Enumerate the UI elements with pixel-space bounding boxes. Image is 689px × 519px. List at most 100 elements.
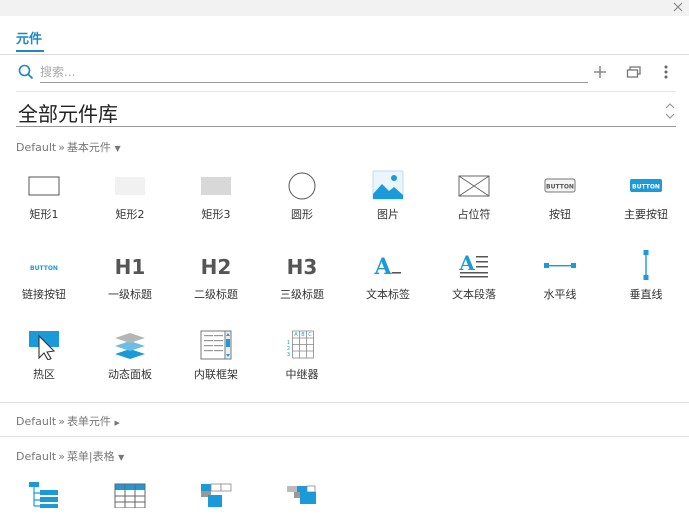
heading2-icon-text: H2	[201, 255, 232, 279]
inline-frame-icon	[200, 330, 232, 360]
widget-tree[interactable]	[1, 474, 87, 519]
widget-label: 中继器	[285, 368, 319, 381]
collapse-arrow-icon: ▶	[114, 419, 120, 427]
widget-rectangle2[interactable]: 矩形2	[87, 166, 173, 234]
classic-menu-icon	[201, 483, 232, 507]
vertical-line-icon	[643, 250, 649, 280]
widget-repeater[interactable]: A B C 1 2 3 中继器	[259, 326, 345, 394]
section-separator: »	[58, 450, 65, 463]
text-paragraph-icon-text: A	[458, 251, 475, 275]
section-divider	[0, 402, 689, 403]
text-label-icon-text: A	[373, 254, 392, 280]
image-icon	[372, 170, 404, 200]
dynamic-panel-icon	[115, 333, 145, 359]
rectangle-gray-icon	[201, 177, 231, 195]
widget-image[interactable]: 图片	[345, 166, 431, 234]
widget-placeholder[interactable]: 占位符	[431, 166, 517, 234]
library-title: 全部元件库	[18, 102, 118, 126]
repeater-row-3: 3	[287, 352, 290, 358]
table-icon	[114, 483, 146, 508]
tab-active-indicator	[16, 50, 44, 52]
circle-icon	[288, 172, 316, 200]
section-name: 菜单|表格	[66, 450, 115, 463]
repeater-header-a: A	[294, 332, 298, 338]
section-form-header[interactable]: Default» 表单元件 ▶	[16, 413, 120, 429]
text-label-icon: A	[373, 254, 401, 280]
widget-heading1[interactable]: H1 一级标题	[87, 246, 173, 314]
library-selector[interactable]: 全部元件库	[16, 96, 676, 127]
heading1-icon-text: H1	[115, 255, 146, 279]
widget-label: 二级标题	[194, 288, 238, 301]
horizontal-menu-icon	[287, 485, 316, 504]
widget-heading2[interactable]: H2 二级标题	[173, 246, 259, 314]
widget-label: 链接按钮	[22, 288, 66, 301]
widget-label: 三级标题	[280, 288, 324, 301]
placeholder-icon	[458, 175, 490, 197]
expand-arrow-icon: ▼	[118, 453, 125, 462]
button-icon: BUTTON	[544, 178, 576, 193]
section-basic-header[interactable]: Default» 基本元件 ▼	[16, 139, 121, 155]
section-separator: »	[58, 415, 65, 428]
widget-link-button[interactable]: BUTTON 链接按钮	[1, 246, 87, 314]
widget-label: 按钮	[549, 208, 571, 221]
heading1-icon: H1	[115, 255, 146, 279]
widget-circle[interactable]: 圆形	[259, 166, 345, 234]
primary-button-icon-text: BUTTON	[632, 184, 660, 191]
tab-bar: 元件	[0, 16, 689, 55]
widget-label: 水平线	[543, 288, 577, 301]
widget-label: 主要按钮	[624, 208, 668, 221]
widget-hotspot[interactable]: 热区	[1, 326, 87, 394]
section-name: 表单元件	[66, 415, 111, 428]
window-titlebar	[0, 0, 689, 16]
widget-label: 矩形1	[29, 208, 59, 221]
widget-classic-menu[interactable]	[173, 474, 259, 519]
primary-button-icon: BUTTON	[630, 179, 662, 192]
rectangle-icon	[28, 176, 60, 196]
close-icon[interactable]	[671, 0, 685, 14]
widget-inline-frame[interactable]: 内联框架	[173, 326, 259, 394]
widget-label: 文本标签	[366, 288, 410, 301]
section-name: 基本元件	[66, 141, 111, 154]
section-menu-table-header[interactable]: Default» 菜单|表格 ▼	[16, 448, 124, 464]
search-icon	[18, 64, 34, 80]
tab-widgets[interactable]: 元件	[16, 28, 42, 47]
widget-horizontal-menu[interactable]	[259, 474, 345, 519]
widget-label: 矩形3	[201, 208, 231, 221]
section-prefix: Default	[16, 450, 57, 463]
widget-label: 占位符	[457, 208, 491, 221]
section-prefix: Default	[16, 141, 57, 154]
widget-text-paragraph[interactable]: A 文本段落	[431, 246, 517, 314]
widget-heading3[interactable]: H3 三级标题	[259, 246, 345, 314]
widget-rectangle1[interactable]: 矩形1	[1, 166, 87, 234]
text-paragraph-icon: A	[458, 251, 488, 278]
section-separator: »	[58, 141, 65, 154]
widget-label: 文本段落	[452, 288, 496, 301]
widget-vertical-line[interactable]: 垂直线	[603, 246, 689, 314]
heading2-icon: H2	[201, 255, 232, 279]
link-button-icon-text: BUTTON	[30, 265, 58, 272]
widget-label: 图片	[377, 208, 399, 221]
widget-label: 动态面板	[108, 368, 152, 381]
widget-table[interactable]	[87, 474, 173, 519]
widget-button[interactable]: BUTTON 按钮	[517, 166, 603, 234]
widget-label: 热区	[33, 368, 55, 381]
section-prefix: Default	[16, 415, 57, 428]
heading3-icon-text: H3	[287, 255, 318, 279]
more-options-icon[interactable]	[658, 64, 674, 80]
windows-icon[interactable]	[626, 64, 642, 80]
widget-primary-button[interactable]: BUTTON 主要按钮	[603, 166, 689, 234]
add-icon[interactable]	[592, 64, 608, 80]
hotspot-icon	[29, 331, 59, 360]
widget-rectangle3[interactable]: 矩形3	[173, 166, 259, 234]
widget-label: 垂直线	[629, 288, 663, 301]
search-input[interactable]	[40, 62, 588, 83]
rectangle-light-icon	[115, 177, 145, 195]
widget-dynamic-panel[interactable]: 动态面板	[87, 326, 173, 394]
repeater-icon: A B C 1 2 3	[287, 330, 314, 359]
heading3-icon: H3	[287, 255, 318, 279]
widget-label: 矩形2	[115, 208, 145, 221]
divider	[16, 91, 676, 92]
button-icon-text: BUTTON	[546, 184, 574, 191]
widget-horizontal-line[interactable]: 水平线	[517, 246, 603, 314]
widget-text-label[interactable]: A 文本标签	[345, 246, 431, 314]
